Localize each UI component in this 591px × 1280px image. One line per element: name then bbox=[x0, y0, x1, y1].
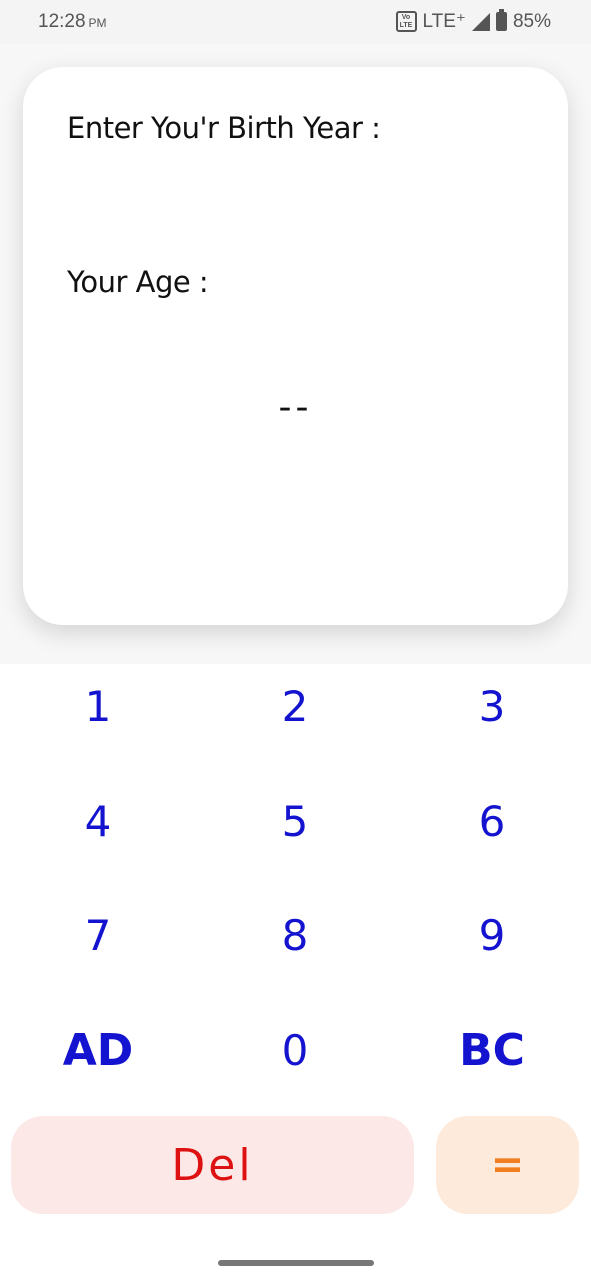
age-card: Enter You'r Birth Year : Your Age : -- bbox=[23, 67, 568, 625]
key-1[interactable]: 1 bbox=[0, 656, 196, 756]
key-3[interactable]: 3 bbox=[394, 656, 590, 756]
status-icons: Vo LTE LTE⁺ 85% bbox=[395, 9, 551, 33]
home-indicator[interactable] bbox=[218, 1260, 374, 1266]
status-time-value: 12:28 bbox=[38, 11, 86, 32]
status-bar: 12:28 PM Vo LTE LTE⁺ 85% bbox=[0, 0, 591, 44]
age-value: -- bbox=[278, 387, 313, 428]
network-type: LTE⁺ bbox=[422, 11, 466, 32]
delete-button[interactable]: Del bbox=[11, 1116, 414, 1214]
volte-icon: Vo LTE bbox=[395, 11, 417, 32]
birth-year-label: Enter You'r Birth Year : bbox=[67, 111, 381, 145]
equals-button[interactable]: = bbox=[436, 1116, 579, 1214]
battery-percent: 85% bbox=[512, 10, 551, 32]
key-8[interactable]: 8 bbox=[197, 885, 393, 985]
key-ad[interactable]: AD bbox=[0, 1000, 196, 1100]
key-7[interactable]: 7 bbox=[0, 885, 196, 985]
age-label: Your Age : bbox=[67, 265, 209, 299]
key-5[interactable]: 5 bbox=[197, 771, 393, 871]
key-9[interactable]: 9 bbox=[394, 885, 590, 985]
key-4[interactable]: 4 bbox=[0, 771, 196, 871]
key-2[interactable]: 2 bbox=[197, 656, 393, 756]
battery-icon bbox=[495, 9, 507, 31]
key-6[interactable]: 6 bbox=[394, 771, 590, 871]
key-bc[interactable]: BC bbox=[394, 1000, 590, 1100]
signal-icon bbox=[471, 12, 490, 31]
status-time: 12:28 PM bbox=[38, 11, 107, 33]
key-0[interactable]: 0 bbox=[197, 1000, 393, 1100]
status-time-ampm: PM bbox=[88, 16, 107, 30]
